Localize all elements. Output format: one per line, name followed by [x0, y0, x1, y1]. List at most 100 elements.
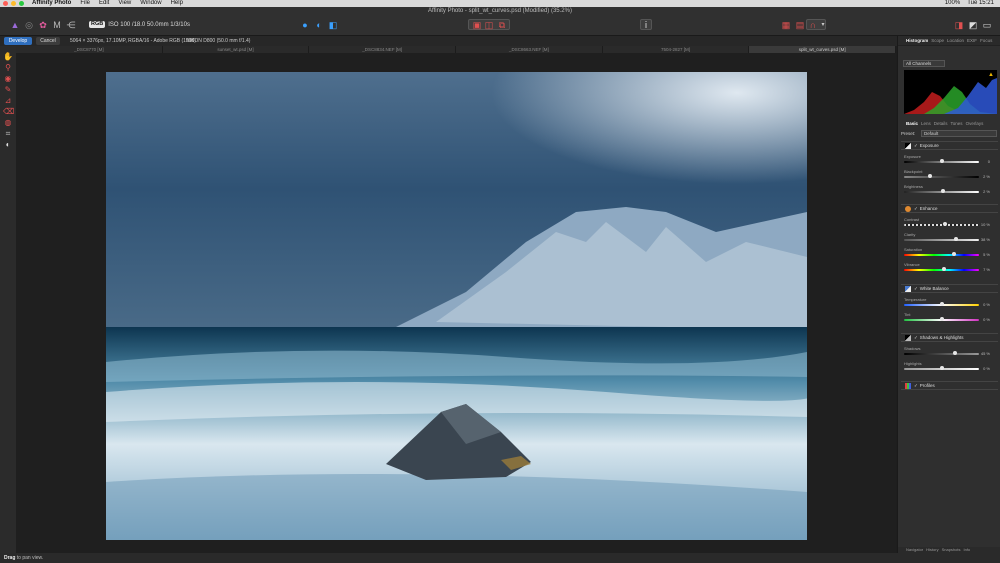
slider-highlights[interactable]: Highlights 0 %: [904, 361, 996, 371]
slider-value[interactable]: 38 %: [981, 237, 990, 242]
clip-shadows-icon[interactable]: ▦: [781, 20, 791, 30]
crop-tool-icon[interactable]: ⌗: [3, 129, 13, 139]
split-view-icon[interactable]: ◧: [328, 20, 338, 30]
menu-file[interactable]: File: [80, 0, 90, 7]
checkmark-icon[interactable]: ✓: [914, 143, 918, 148]
section-white-balance[interactable]: ✓ White Balance: [901, 284, 998, 293]
section-enhance[interactable]: ✓ Enhance: [901, 204, 998, 213]
menu-edit[interactable]: Edit: [99, 0, 109, 7]
tab-lens[interactable]: Lens: [921, 120, 931, 128]
slider-brightness[interactable]: Brightness 2 %: [904, 184, 996, 194]
slider-value[interactable]: 2 %: [983, 189, 990, 194]
tab-exif[interactable]: EXIF: [967, 36, 977, 45]
slider-knob[interactable]: [952, 252, 956, 256]
tab-basic[interactable]: Basic: [906, 120, 918, 128]
color-swatch-icon[interactable]: ▭: [982, 20, 992, 30]
checkmark-icon[interactable]: ✓: [914, 206, 918, 211]
slider-tint[interactable]: Tint 0 %: [904, 312, 996, 322]
tab-histogram[interactable]: Histogram: [906, 36, 928, 45]
slider-exposure[interactable]: Exposure 0: [904, 154, 996, 164]
menu-help[interactable]: Help: [171, 0, 183, 7]
slider-knob[interactable]: [939, 159, 944, 163]
section-shadows-highlights[interactable]: ✓ Shadows & Highlights: [901, 333, 998, 342]
channels-dropdown[interactable]: All Channels: [903, 60, 945, 67]
mirror-view-icon[interactable]: ⧉: [497, 20, 507, 30]
slider-temperature[interactable]: Temperature 0 %: [904, 297, 996, 307]
export-persona-icon[interactable]: ⋲: [66, 20, 76, 30]
chevron-down-icon[interactable]: ▾: [818, 20, 828, 30]
slider-track[interactable]: [904, 254, 979, 256]
section-exposure[interactable]: ✓ Exposure: [901, 141, 998, 150]
overlay-tool-icon[interactable]: ●: [300, 20, 310, 30]
cancel-button[interactable]: Cancel: [36, 37, 60, 45]
checkmark-icon[interactable]: ✓: [914, 383, 918, 388]
menu-window[interactable]: Window: [140, 0, 161, 7]
slider-knob[interactable]: [939, 317, 944, 321]
slider-value[interactable]: 0: [988, 159, 990, 164]
tab-overlays[interactable]: Overlays: [966, 120, 984, 128]
slider-track[interactable]: [904, 224, 979, 226]
slider-track[interactable]: [904, 176, 979, 178]
slider-value[interactable]: 0 %: [983, 302, 990, 307]
preset-dropdown[interactable]: Default: [921, 130, 997, 137]
slider-knob[interactable]: [953, 351, 957, 355]
overlay-gradient-icon[interactable]: ◍: [3, 118, 13, 128]
quick-mask-icon[interactable]: ◨: [954, 20, 964, 30]
slider-knob[interactable]: [928, 174, 932, 178]
erase-brush-icon[interactable]: ⌫: [3, 107, 14, 117]
slider-contrast[interactable]: Contrast 10 %: [904, 217, 996, 227]
split-view-toggle-icon[interactable]: ◫: [484, 20, 494, 30]
slider-clarity[interactable]: Clarity 38 %: [904, 232, 996, 242]
photo-canvas[interactable]: [106, 72, 807, 540]
clip-highlights-icon[interactable]: ▤: [795, 20, 805, 30]
tab-location[interactable]: Location: [947, 36, 964, 45]
fg-bg-color-icon[interactable]: ◩: [968, 20, 978, 30]
slider-track[interactable]: [904, 353, 979, 355]
slider-knob[interactable]: [939, 302, 944, 306]
blemish-tool-icon[interactable]: ✎: [3, 85, 13, 95]
minimize-window-button[interactable]: [11, 1, 16, 6]
slider-value[interactable]: 45 %: [981, 351, 990, 356]
zoom-tool-icon[interactable]: ⚲: [3, 63, 13, 73]
slider-knob[interactable]: [943, 222, 947, 226]
slider-blackpoint[interactable]: Blackpoint 2 %: [904, 169, 996, 179]
doc-tab-active[interactable]: split_wt_curves.psd [M]: [749, 46, 897, 53]
tab-tones[interactable]: Tones: [951, 120, 963, 128]
menu-view[interactable]: View: [118, 0, 131, 7]
slider-value[interactable]: 0 %: [983, 317, 990, 322]
slider-knob[interactable]: [941, 189, 945, 193]
slider-value[interactable]: 0 %: [983, 366, 990, 371]
section-profiles[interactable]: ✓ Profiles: [901, 381, 998, 390]
checkmark-icon[interactable]: ✓: [914, 286, 918, 291]
clipping-tool-icon[interactable]: ◐: [314, 20, 324, 30]
red-eye-tool-icon[interactable]: ◉: [3, 74, 13, 84]
slider-value[interactable]: 5 %: [983, 252, 990, 257]
hand-tool-icon[interactable]: ✋: [3, 52, 13, 62]
develop-persona-icon[interactable]: ✿: [38, 20, 48, 30]
photo-persona-icon[interactable]: ▲: [10, 20, 20, 30]
zoom-window-button[interactable]: [19, 1, 24, 6]
slider-value[interactable]: 7 %: [983, 267, 990, 272]
close-window-button[interactable]: [3, 1, 8, 6]
liquify-persona-icon[interactable]: ◎: [24, 20, 34, 30]
slider-knob[interactable]: [942, 267, 946, 271]
slider-value[interactable]: 2 %: [983, 174, 990, 179]
doc-tab[interactable]: _DSC8834.NEF [M]: [309, 46, 457, 53]
single-view-icon[interactable]: ▣: [472, 20, 482, 30]
brush-tool-icon[interactable]: ⊿: [3, 96, 13, 106]
slider-value[interactable]: 10 %: [981, 222, 990, 227]
doc-tab[interactable]: sunset_wt.psd [M]: [163, 46, 310, 53]
slider-saturation[interactable]: Saturation 5 %: [904, 247, 996, 257]
white-balance-picker-icon[interactable]: ◐: [3, 140, 13, 150]
doc-tab[interactable]: 7504-2827 [M]: [603, 46, 750, 53]
slider-knob[interactable]: [939, 366, 944, 370]
develop-button[interactable]: Develop: [4, 37, 32, 45]
app-menu[interactable]: Affinity Photo: [32, 0, 71, 7]
checkmark-icon[interactable]: ✓: [914, 335, 918, 340]
tab-scope[interactable]: Scope: [931, 36, 944, 45]
doc-tab[interactable]: _DSC8663.NEF [M]: [456, 46, 603, 53]
slider-track[interactable]: [904, 239, 979, 241]
slider-vibrance[interactable]: Vibrance 7 %: [904, 262, 996, 272]
slider-knob[interactable]: [954, 237, 958, 241]
tab-focus[interactable]: Focus: [980, 36, 992, 45]
